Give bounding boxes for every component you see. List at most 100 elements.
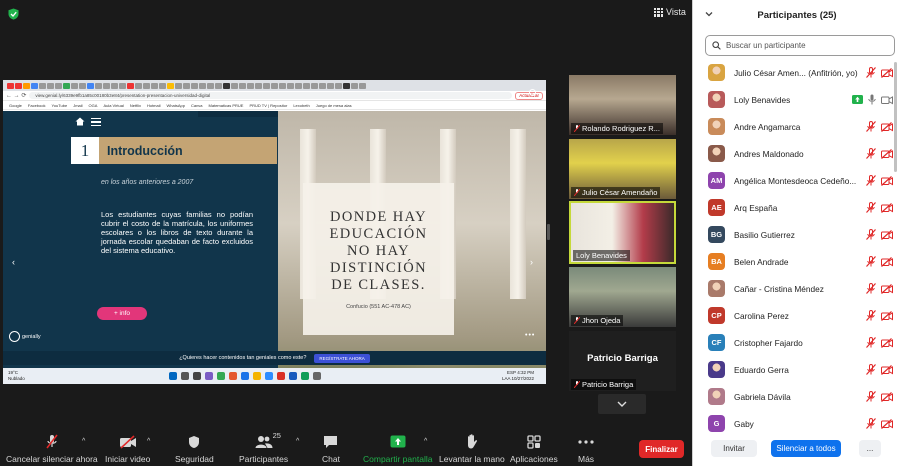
raise-hand-button[interactable]: Levantar la mano (439, 434, 505, 464)
bookmark[interactable]: YouTube (51, 103, 67, 108)
participant-row[interactable]: AM Angélica Montesdeoca Cedeño... (693, 167, 900, 194)
app-icon[interactable] (229, 372, 237, 380)
word-icon[interactable] (289, 372, 297, 380)
slide-options-icon[interactable]: ••• (525, 332, 535, 339)
bookmark[interactable]: Lexobeth (293, 103, 309, 108)
panel-more-button[interactable]: ... (859, 440, 881, 457)
participant-row[interactable]: Andre Angamarca (693, 113, 900, 140)
bookmark[interactable]: OGA (89, 103, 98, 108)
participant-status-icons (866, 175, 893, 186)
participant-status-icons (866, 256, 893, 267)
menu-icon[interactable] (91, 118, 101, 126)
start-video-button[interactable]: Iniciar video (105, 434, 150, 464)
participant-row[interactable]: G Gaby (693, 410, 900, 437)
search-icon[interactable] (181, 372, 189, 380)
security-button[interactable]: Seguridad (175, 434, 214, 464)
chrome-icon[interactable] (217, 372, 225, 380)
bookmark[interactable]: Canva (191, 103, 203, 108)
more-info-button[interactable]: + info (97, 307, 147, 320)
bookmark[interactable]: Google (9, 103, 22, 108)
tray-lang2: LAA (501, 375, 511, 381)
participant-avatar: CP (708, 307, 725, 324)
participant-row[interactable]: BA Belen Andrade (693, 248, 900, 275)
home-icon[interactable] (75, 117, 85, 126)
participant-row[interactable]: AE Arq España (693, 194, 900, 221)
more-button[interactable]: Más (578, 434, 594, 464)
security-shield-icon[interactable] (8, 8, 19, 20)
register-button[interactable]: REGÍSTRATE AHORA (314, 353, 370, 363)
app-icon[interactable] (241, 372, 249, 380)
shared-screen[interactable]: ← → ⟳ view.genial.ly/6339e9fb1a85c00180b… (3, 80, 546, 384)
video-tile-no-camera[interactable]: Patricio Barriga Patricio Barriga (569, 331, 676, 391)
next-slide-icon[interactable]: › (530, 257, 533, 267)
browser-url[interactable]: view.genial.ly/6339e9fb1a85c00180b3e84/p… (29, 92, 513, 99)
chat-button[interactable]: Chat (322, 434, 340, 464)
end-meeting-button[interactable]: Finalizar (639, 440, 684, 458)
participant-row[interactable]: CP Carolina Perez (693, 302, 900, 329)
fullscreen-icon[interactable] (529, 89, 536, 96)
genially-logo: genially (9, 331, 41, 342)
share-screen-icon (390, 434, 406, 449)
participant-name: Cañar - Cristina Méndez (734, 283, 824, 294)
folder-icon[interactable] (253, 372, 261, 380)
participant-search-input[interactable]: Buscar un participante (705, 35, 895, 56)
tray-date: 10/27/2022 (511, 375, 534, 381)
gallery-scroll-down-button[interactable] (598, 394, 646, 414)
app-icon[interactable] (205, 372, 213, 380)
browser-nav-icons[interactable]: ← → ⟳ (6, 92, 26, 99)
taskbar-tray[interactable]: ESP 4:32 PM LAA 10/27/2022 (502, 370, 534, 381)
participant-row[interactable]: Cañar - Cristina Méndez (693, 275, 900, 302)
prev-slide-icon[interactable]: ‹ (12, 257, 15, 267)
app-icon[interactable] (301, 372, 309, 380)
bookmark[interactable]: WhatsApp (167, 103, 185, 108)
panel-title: Participantes (25) (757, 9, 837, 21)
participant-row[interactable]: Andres Maldonado (693, 140, 900, 167)
task-view-icon[interactable] (193, 372, 201, 380)
share-options-chevron-icon[interactable]: ^ (424, 438, 427, 445)
gallery-resize-handle[interactable] (547, 224, 550, 240)
video-options-chevron-icon[interactable]: ^ (147, 438, 150, 445)
start-icon[interactable] (169, 372, 177, 380)
participant-row[interactable]: Loly Benavides (693, 86, 900, 113)
participant-row[interactable]: CF Cristopher Fajardo (693, 329, 900, 356)
chat-icon (323, 434, 338, 449)
participant-row[interactable]: Eduardo Gerra (693, 356, 900, 383)
invite-button[interactable]: Invitar (711, 440, 757, 457)
bookmark[interactable]: Hotmail (147, 103, 161, 108)
browser-tab-strip[interactable] (3, 80, 546, 91)
windows-taskbar: 19°C Nublado ESP 4:32 PM LAA 10/27/2022 (3, 368, 546, 384)
participant-row[interactable]: BG Basilio Gutierrez (693, 221, 900, 248)
view-button[interactable]: Vista (654, 7, 686, 17)
participant-row[interactable]: Gabriela Dávila (693, 383, 900, 410)
app-icon[interactable] (277, 372, 285, 380)
video-tile[interactable]: Julio César Amendaño (569, 139, 676, 199)
app-icon[interactable] (313, 372, 321, 380)
apps-button[interactable]: Aplicaciones (510, 434, 558, 464)
bookmark[interactable]: Facebook (28, 103, 46, 108)
share-screen-button[interactable]: Compartir pantalla (363, 434, 432, 464)
zoom-icon[interactable] (265, 372, 273, 380)
bookmark[interactable]: Jmail (73, 103, 82, 108)
bookmark[interactable]: Juego de mesa alas (316, 103, 352, 108)
participant-row[interactable]: Julio César Amen... (Anfitrión, yo) (693, 59, 900, 86)
participants-button[interactable]: 25 Participantes (239, 431, 288, 464)
video-tile[interactable]: Jhon Ojeda (569, 267, 676, 327)
video-tile-active-speaker[interactable]: Loly Benavides (569, 201, 676, 264)
participant-status-icons (866, 148, 893, 159)
slide-title-box: 1 Introducción (71, 137, 277, 164)
participants-options-chevron-icon[interactable]: ^ (296, 438, 299, 445)
mute-options-chevron-icon[interactable]: ^ (82, 438, 85, 445)
bookmark[interactable]: Netflix (130, 103, 141, 108)
mic-muted-icon (866, 148, 876, 159)
bookmark[interactable]: Aula Virtual (103, 103, 123, 108)
mute-all-button[interactable]: Silenciar a todos (771, 440, 841, 457)
participant-avatar (708, 280, 725, 297)
participants-count: 25 (272, 431, 281, 440)
video-tile[interactable]: Rolando Rodriguez R... (569, 75, 676, 135)
bookmark[interactable]: Matematicas PRUE (209, 103, 244, 108)
participant-status-icons (866, 364, 893, 375)
mic-icon (868, 94, 876, 105)
bookmark[interactable]: PRUD TV | Repositor (249, 103, 287, 108)
participant-name: Eduardo Gerra (734, 364, 789, 375)
taskbar-weather[interactable]: 19°C Nublado (8, 370, 25, 381)
